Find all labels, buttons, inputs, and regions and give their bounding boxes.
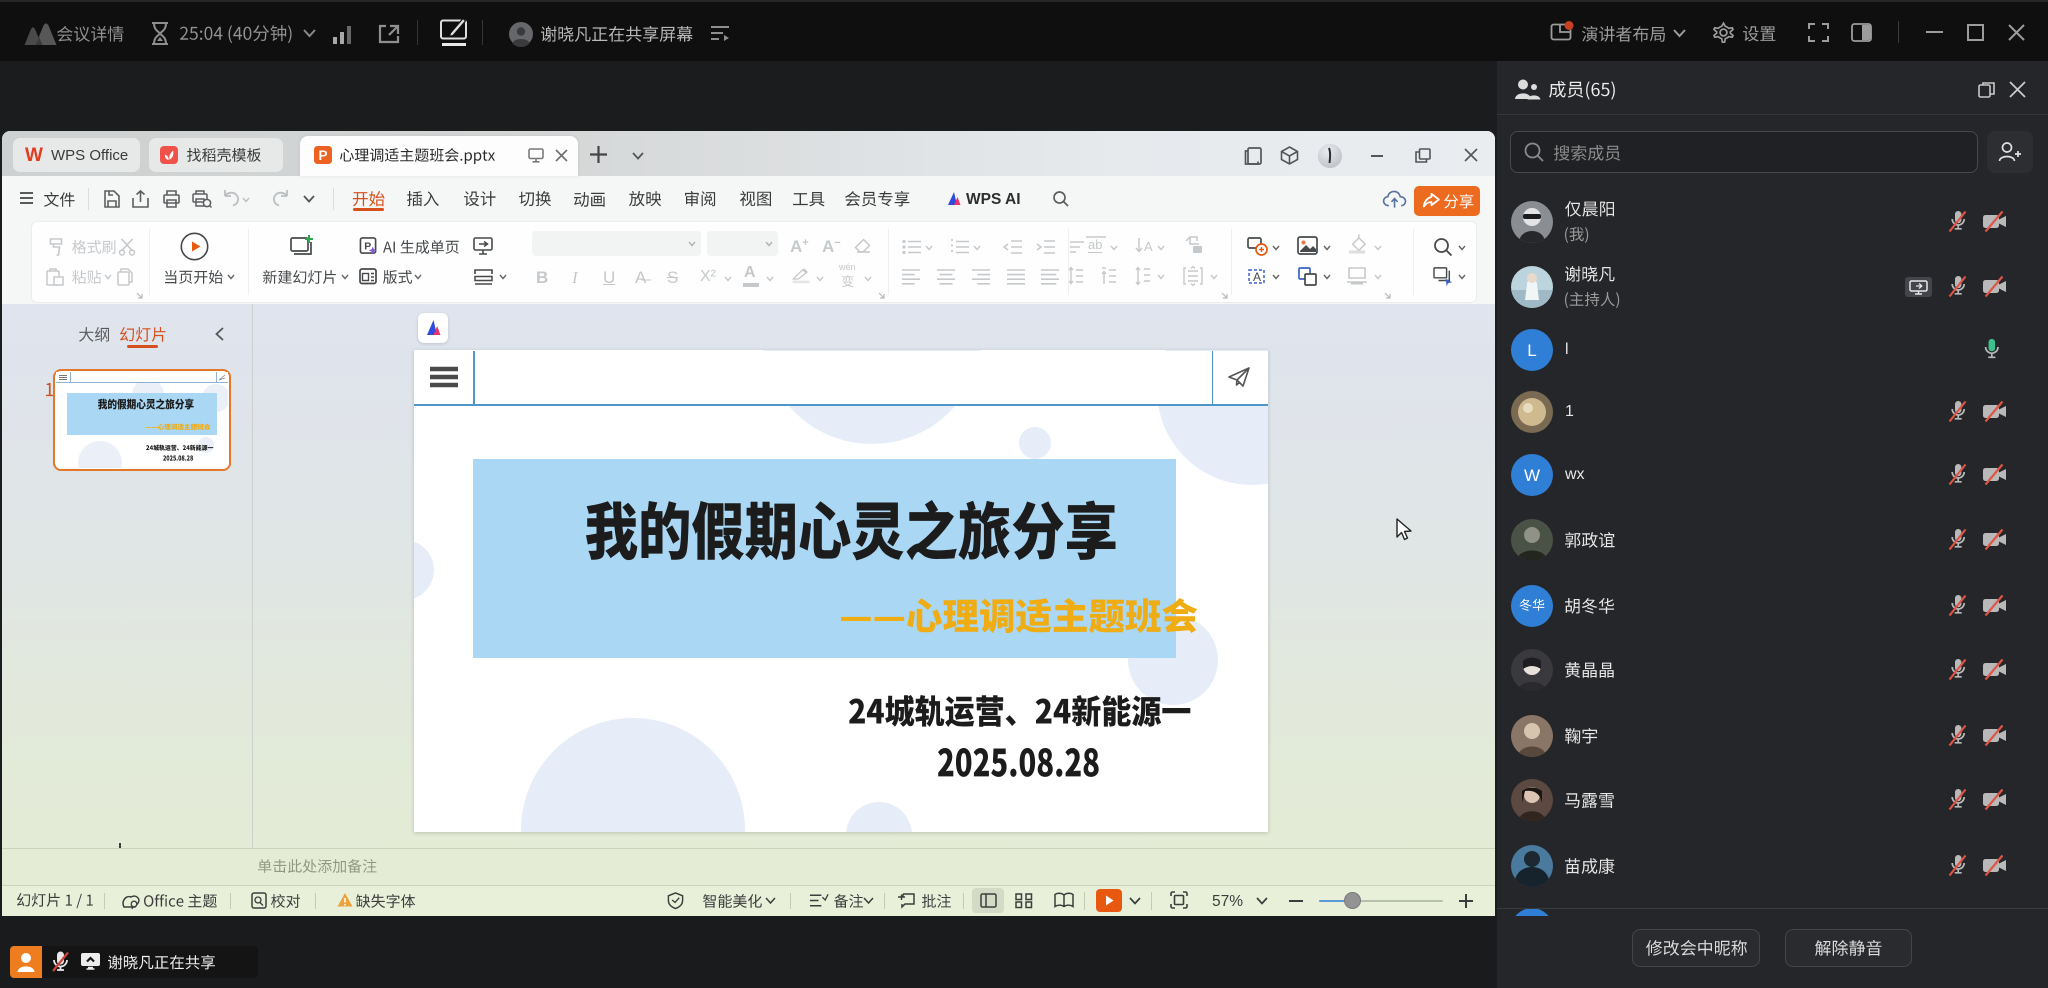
svg-text:W: W (25, 145, 43, 166)
svg-text:W: W (1524, 466, 1540, 485)
svg-text:A: A (1144, 239, 1153, 254)
svg-text:A: A (1253, 270, 1261, 284)
svg-text:P: P (318, 148, 327, 163)
svg-text:L: L (1527, 341, 1536, 360)
